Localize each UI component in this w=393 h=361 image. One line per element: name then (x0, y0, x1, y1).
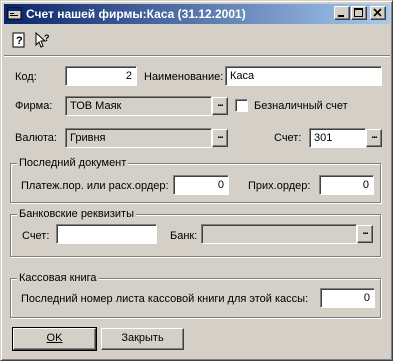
bank-select-button[interactable]: ... (357, 225, 373, 243)
name-field[interactable]: Каса (225, 66, 382, 86)
close-button[interactable]: Закрыть (101, 328, 184, 350)
last-document-title: Последний документ (17, 157, 129, 169)
ok-button-label: OK (46, 332, 63, 344)
maximize-button[interactable] (351, 6, 367, 20)
cashless-checkbox[interactable] (235, 99, 248, 112)
close-button-label: Закрыть (121, 332, 164, 344)
bank-account-label: Счет: (22, 230, 50, 242)
minimize-button[interactable] (334, 6, 350, 20)
payment-order-label: Платеж.пор. или расх.ордер: (21, 180, 169, 192)
bank-field[interactable] (201, 224, 357, 244)
currency-field[interactable]: Гривня (65, 128, 212, 148)
title-bar[interactable]: Счет нашей фирмы:Каса (31.12.2001) (4, 4, 390, 24)
context-help-icon: ? (35, 31, 50, 48)
code-label: Код: (15, 71, 37, 83)
window-title: Счет нашей фирмы:Каса (31.12.2001) (26, 7, 246, 21)
dialog-window: Счет нашей фирмы:Каса (31.12.2001) ? ? К… (0, 0, 393, 361)
currency-select-button[interactable]: ... (212, 129, 228, 147)
svg-text:?: ? (16, 35, 23, 47)
cash-book-title: Кассовая книга (17, 272, 99, 284)
svg-text:?: ? (44, 33, 50, 43)
currency-label: Валюта: (15, 132, 57, 144)
firm-label: Фирма: (15, 100, 53, 112)
help-icon: ? (12, 32, 25, 48)
close-icon (373, 8, 382, 17)
bank-details-title: Банковские реквизиты (17, 208, 136, 220)
toolbar-separator (4, 55, 390, 57)
close-window-button[interactable] (370, 6, 386, 20)
ok-button[interactable]: OK (12, 327, 97, 351)
last-sheet-label: Последний номер листа кассовой книги для… (21, 293, 309, 305)
account-field[interactable]: 301 (309, 128, 366, 148)
last-sheet-field[interactable]: 0 (320, 288, 375, 308)
context-help-button[interactable]: ? (34, 31, 52, 50)
name-label: Наименование: (144, 71, 224, 83)
bank-label: Банк: (170, 230, 198, 242)
firm-select-button[interactable]: ... (212, 97, 228, 115)
receipt-order-field[interactable]: 0 (319, 175, 374, 195)
payment-order-field[interactable]: 0 (173, 175, 229, 195)
minimize-icon (338, 15, 344, 17)
receipt-order-label: Прих.ордер: (248, 180, 311, 192)
cashless-label: Безналичный счет (254, 100, 348, 112)
bank-account-field[interactable] (56, 224, 157, 244)
maximize-icon (354, 8, 363, 17)
code-field[interactable]: 2 (65, 66, 137, 86)
app-icon (7, 7, 22, 20)
firm-field[interactable]: ТОВ Маяк (65, 96, 212, 116)
account-select-button[interactable]: ... (366, 129, 382, 147)
account-label: Счет: (274, 132, 302, 144)
help-button[interactable]: ? (11, 32, 29, 50)
